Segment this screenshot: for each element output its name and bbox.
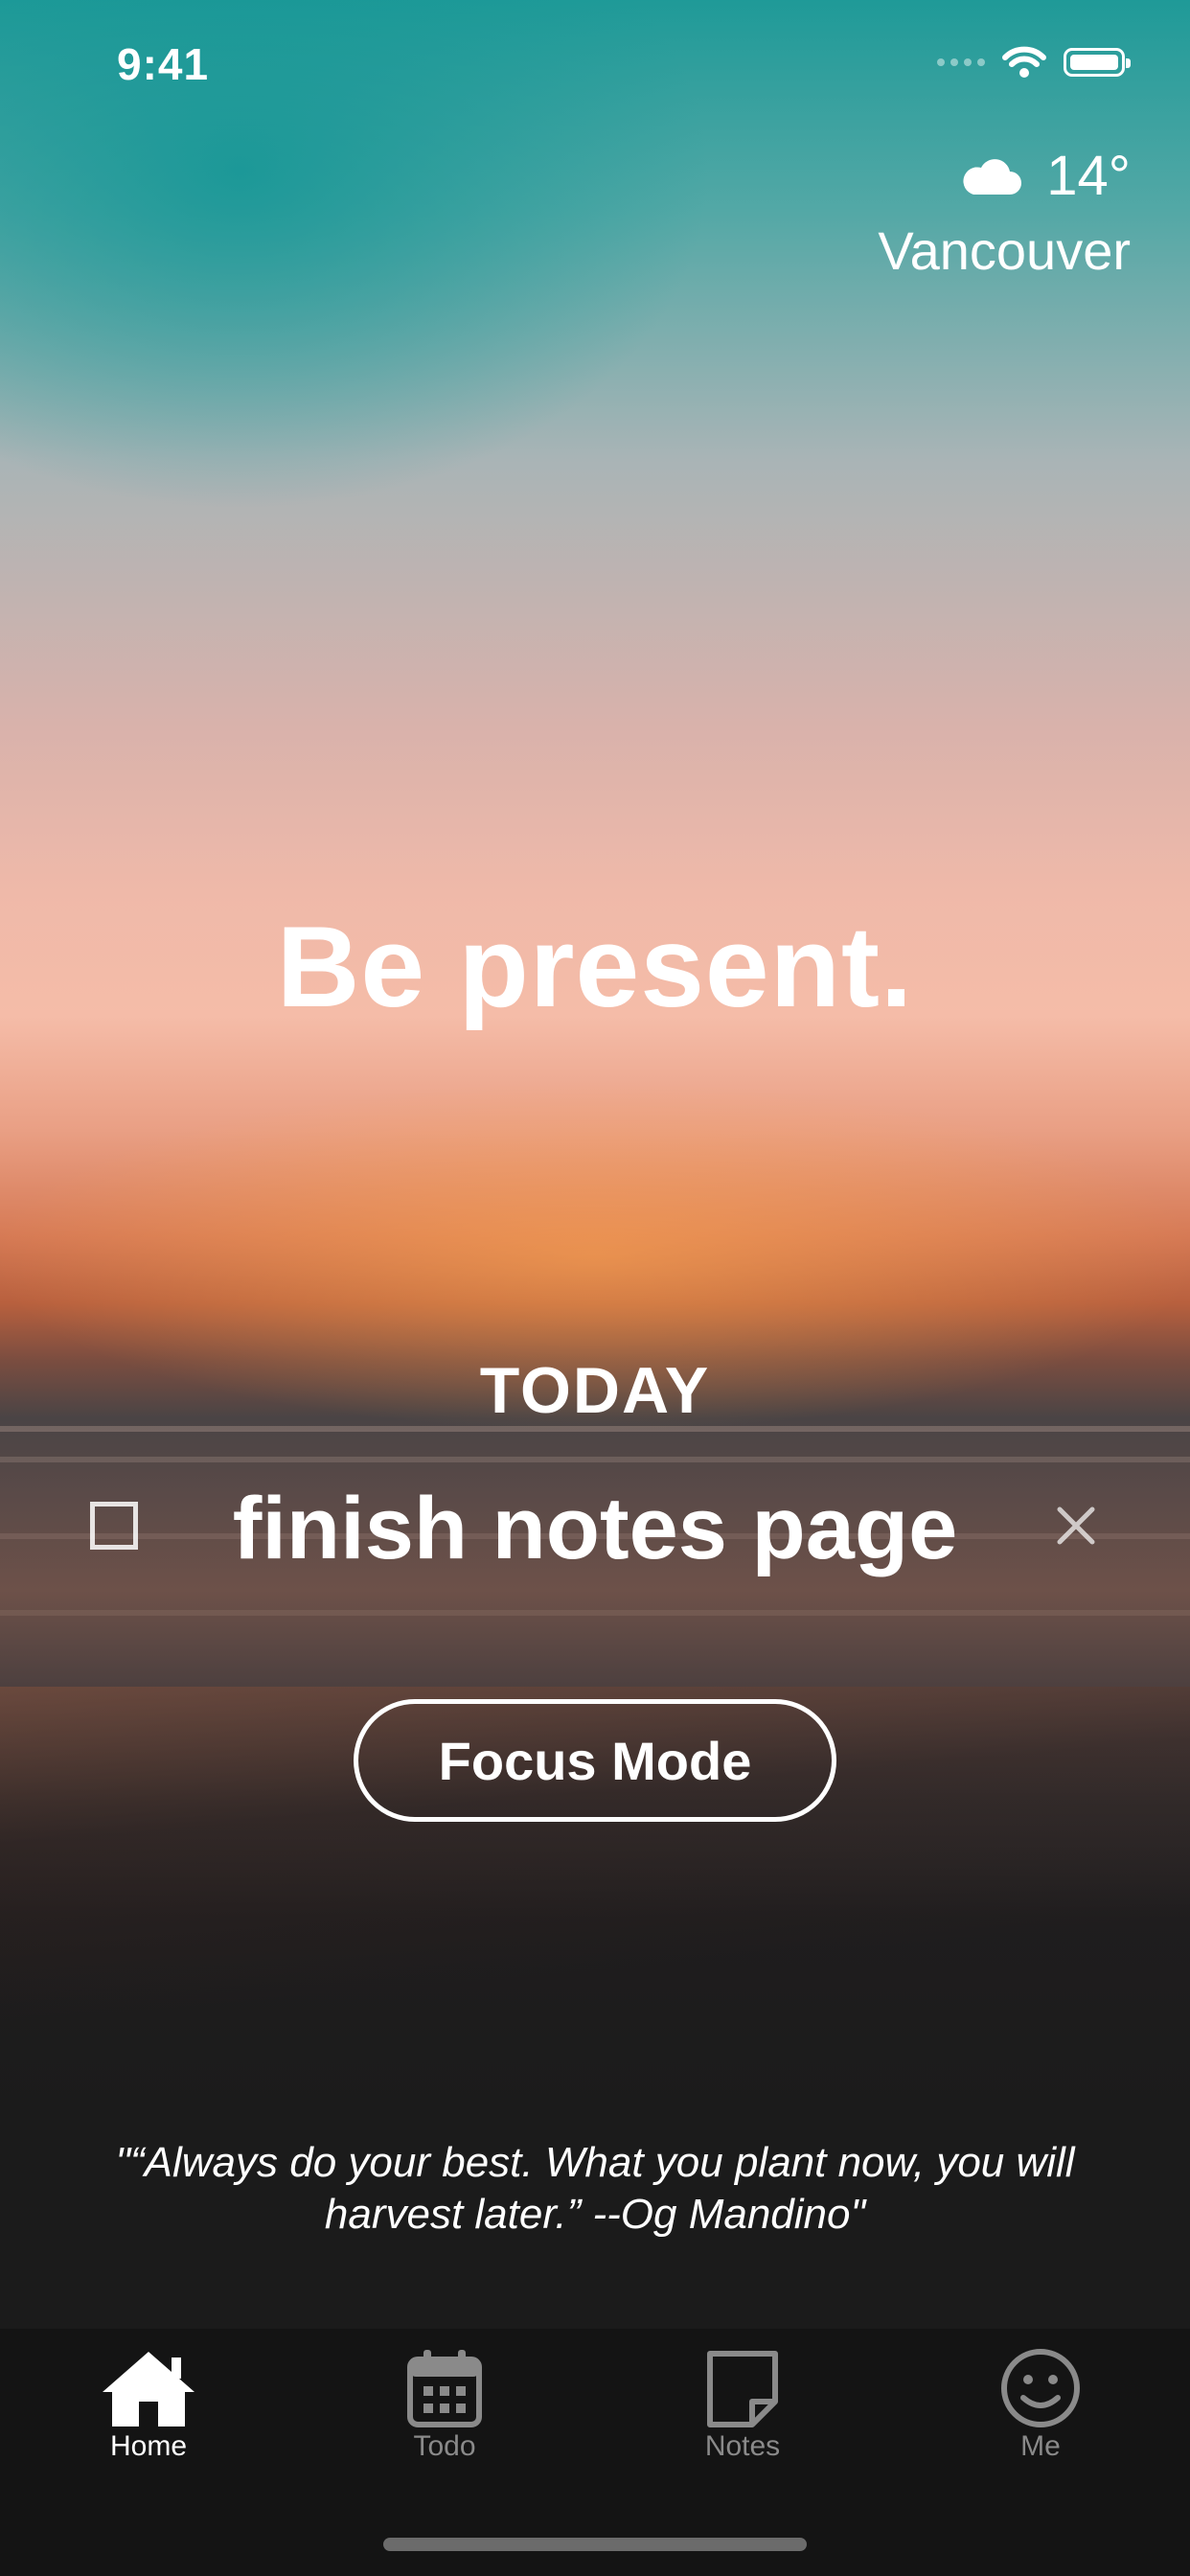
status-bar: 9:41 [0,0,1190,125]
battery-icon [1064,48,1131,77]
weather-widget[interactable]: 14° Vancouver [878,144,1131,282]
focus-mode-button[interactable]: Focus Mode [354,1699,836,1822]
city-name: Vancouver [878,220,1131,281]
todo-item: finish notes page [0,1476,1190,1581]
todo-text[interactable]: finish notes page [0,1476,1190,1581]
status-icons [937,46,1131,79]
note-icon [707,2351,778,2427]
temperature: 14° [1046,145,1131,207]
today-label: TODAY [479,1354,711,1427]
tab-notes[interactable]: Notes [647,2348,838,2463]
cloud-icon [963,158,1022,195]
wifi-icon [1002,46,1046,78]
tab-label: Notes [704,2430,781,2462]
home-indicator[interactable] [383,2538,807,2551]
wave-line [0,1457,1190,1462]
tab-label: Home [109,2430,188,2462]
wave-line [0,1610,1190,1616]
tab-home[interactable]: Home [53,2348,244,2463]
tab-label: Me [1020,2430,1061,2462]
smiley-icon [1001,2349,1080,2427]
calendar-icon [407,2350,482,2427]
home-icon [103,2352,195,2426]
status-time: 9:41 [117,39,210,89]
tab-label: Todo [413,2430,476,2462]
signal-icon [937,58,985,66]
close-icon[interactable] [1052,1502,1100,1550]
headline: Be present. [276,903,914,1031]
tab-todo[interactable]: Todo [349,2348,540,2463]
quote-text: "“Always do your best. What you plant no… [115,2139,1075,2238]
tab-me[interactable]: Me [945,2348,1136,2463]
